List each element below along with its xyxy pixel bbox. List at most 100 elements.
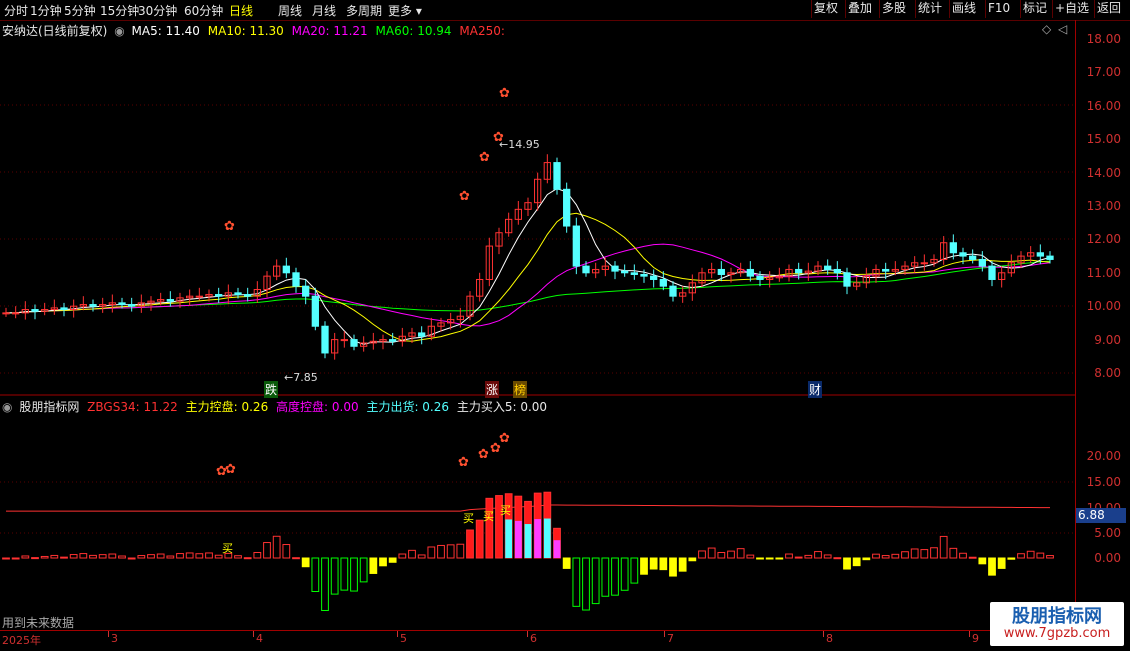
price-tick-label: 10.00	[1086, 299, 1121, 314]
buy-marker: 买	[463, 512, 474, 525]
hist-bar-up	[804, 554, 813, 559]
candle-body	[717, 268, 725, 275]
hist-bar-up	[698, 550, 706, 559]
butterfly-icon: ✿	[499, 431, 510, 446]
candle-body	[630, 272, 638, 275]
candle-body	[920, 262, 928, 265]
hist-bar-up	[398, 553, 407, 559]
candle-body	[659, 278, 667, 287]
hist-bar-up	[707, 547, 716, 559]
fall-marker[interactable]: 跌	[264, 381, 279, 398]
hist-bar-down	[978, 557, 987, 565]
kline-chart[interactable]: ✿✿✿✿✿✿✿ ✿✿ ✿✿买买买买	[0, 0, 1130, 650]
hist-bar-up	[427, 546, 436, 559]
hist-bar-up	[127, 557, 136, 560]
hist-bar-down	[359, 557, 368, 583]
hist-bar-up	[205, 552, 213, 559]
candle-body	[582, 265, 590, 274]
hist-bar-up	[717, 551, 726, 559]
candle-body	[215, 294, 223, 297]
month-tick	[253, 631, 254, 637]
high-annotation: ←14.95	[499, 138, 540, 151]
candle-body	[1036, 252, 1044, 257]
hist-bar-inner	[553, 540, 561, 558]
candle-body	[389, 339, 397, 342]
hist-bar-up	[118, 555, 126, 559]
candle-body	[166, 299, 174, 302]
hist-bar-down	[340, 557, 349, 591]
hist-bar-up	[949, 547, 958, 559]
candle-body	[988, 265, 996, 280]
hist-bar-up	[785, 553, 793, 559]
hist-bar-up	[292, 557, 300, 560]
hist-bar-inner	[514, 520, 522, 558]
candle-body	[669, 285, 677, 297]
hist-bar-up	[214, 554, 223, 559]
year-label: 2025年	[2, 634, 41, 647]
hist-bar-down	[765, 557, 774, 560]
month-label: 3	[111, 632, 118, 645]
hist-bar-up	[872, 553, 880, 559]
candle-body	[824, 265, 832, 270]
butterfly-icon: ✿	[459, 189, 470, 204]
indicator-tick-label: 20.00	[1086, 449, 1121, 463]
finance-marker[interactable]: 财	[808, 381, 823, 398]
candle-body	[611, 265, 619, 272]
candle-body	[128, 304, 136, 307]
hist-bar-down	[330, 557, 339, 595]
hist-bar-up	[156, 553, 165, 559]
candle-body	[418, 332, 426, 337]
hist-bar-up	[166, 555, 175, 559]
hist-bar-up	[939, 535, 948, 559]
candle-body	[2, 312, 10, 315]
hist-bar-inner	[505, 519, 513, 558]
candle-body	[234, 292, 242, 296]
butterfly-icon: ✿	[225, 462, 236, 477]
hist-bar-up	[31, 557, 39, 560]
hist-bar-down	[611, 557, 619, 596]
candle-body	[650, 275, 658, 280]
hist-bar-up	[272, 535, 281, 559]
hist-bar-up	[968, 556, 977, 559]
candle-body	[311, 295, 319, 327]
candle-body	[969, 255, 977, 260]
price-tick-label: 17.00	[1086, 65, 1121, 80]
hist-bar-up	[475, 519, 484, 559]
hist-bar-up	[243, 557, 252, 560]
hist-bar-up	[794, 556, 803, 559]
hist-bar-down	[572, 557, 581, 607]
price-tick-label: 16.00	[1086, 98, 1121, 113]
price-tick-label: 18.00	[1086, 32, 1121, 46]
month-label: 5	[400, 632, 407, 645]
ma60-line	[6, 260, 1051, 314]
indicator-tick-label: 0.00	[1094, 551, 1121, 565]
hist-bar-down	[669, 557, 677, 577]
indicator-tick-label: 5.00	[1094, 526, 1121, 540]
month-label: 6	[530, 632, 537, 645]
hist-bar-up	[147, 554, 155, 559]
butterfly-icon: ✿	[479, 150, 490, 165]
low-annotation: ←7.85	[284, 371, 318, 384]
hist-bar-up	[89, 554, 97, 559]
hist-bar-up	[736, 548, 745, 559]
candle-body	[978, 258, 986, 267]
hist-bar-up	[408, 549, 416, 559]
price-tick-label: 12.00	[1086, 232, 1121, 247]
month-label: 8	[826, 632, 833, 645]
rise-marker[interactable]: 涨	[485, 381, 500, 398]
hist-bar-up	[79, 553, 88, 559]
hist-bar-up	[40, 555, 49, 559]
candle-body	[572, 225, 580, 267]
month-tick	[527, 631, 528, 637]
hist-bar-up	[195, 553, 204, 559]
hist-bar-up	[2, 557, 10, 560]
month-tick	[108, 631, 109, 637]
hist-bar-up	[1017, 553, 1025, 559]
hist-bar-down	[775, 557, 784, 560]
ma10-line	[6, 212, 1051, 342]
month-label: 7	[667, 632, 674, 645]
hist-bar-up	[1026, 550, 1035, 559]
candle-body	[350, 339, 358, 347]
list-marker[interactable]: 榜	[513, 381, 528, 398]
candle-body	[882, 268, 890, 272]
